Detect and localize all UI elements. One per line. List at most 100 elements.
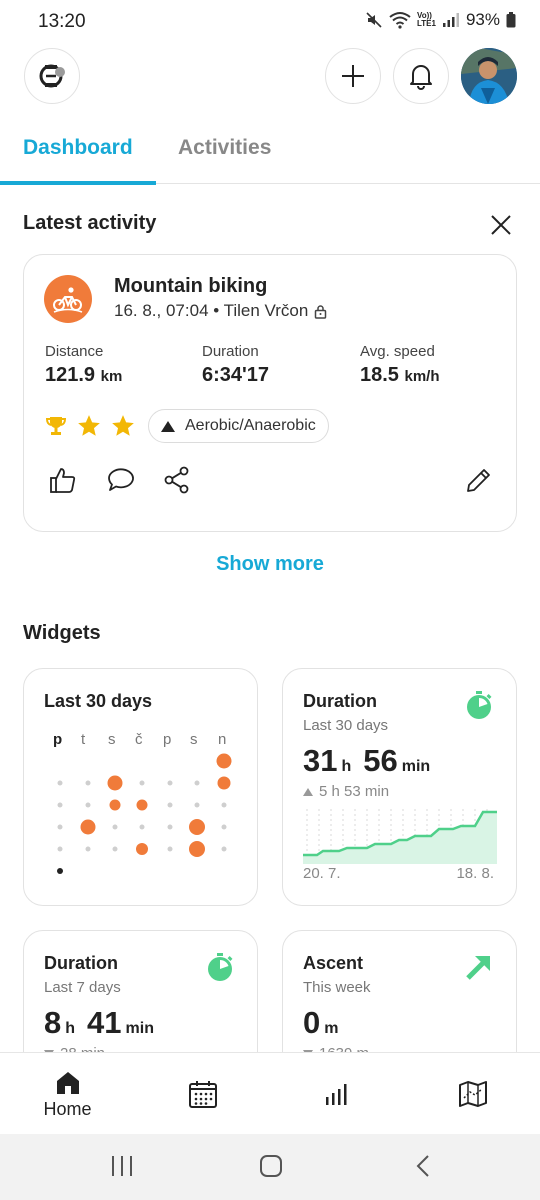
avatar-photo — [461, 48, 517, 104]
triangle-up-icon — [303, 787, 313, 796]
home-icon — [56, 1072, 79, 1094]
tab-bar: Dashboard Activities — [0, 120, 540, 185]
add-button[interactable] — [325, 48, 381, 104]
tab-activities[interactable]: Activities — [178, 136, 271, 160]
pencil-icon — [467, 469, 490, 492]
mute-icon — [366, 12, 382, 28]
bell-icon — [410, 65, 432, 90]
achievement-badges: Aerobic/Anaerobic — [44, 409, 329, 443]
watch-icon — [39, 64, 65, 88]
hours-value: 8 — [44, 1005, 62, 1040]
widget-subtitle: This week — [303, 979, 371, 996]
stat-value: 6:34'17 — [202, 364, 269, 387]
avatar[interactable] — [461, 48, 517, 104]
chart-x-end: 18. 8. — [456, 865, 494, 882]
thumbs-up-icon — [50, 468, 76, 493]
weekday-label: n — [218, 731, 227, 748]
watch-button[interactable] — [24, 48, 80, 104]
recent-apps-icon[interactable] — [110, 1154, 134, 1178]
back-icon[interactable] — [412, 1154, 436, 1178]
widget-duration-30[interactable]: Duration Last 30 days 31 h 56 min 5 h 53… — [282, 668, 517, 906]
plus-icon — [342, 65, 364, 87]
stat-value: 18.5 km/h — [360, 364, 440, 387]
share-icon — [164, 466, 189, 494]
stopwatch-icon — [467, 691, 492, 719]
stopwatch-icon — [208, 953, 233, 981]
status-icons: Vo)) LTE1 93% — [365, 10, 516, 30]
activity-title: Mountain biking — [114, 275, 268, 297]
share-button[interactable] — [162, 465, 192, 500]
close-icon — [491, 215, 511, 235]
stat-duration: Duration 6:34'17 — [202, 343, 269, 387]
widget-title: Duration — [44, 953, 118, 973]
minutes-value: 41 — [87, 1005, 122, 1040]
map-icon — [458, 1081, 487, 1107]
edit-button[interactable] — [464, 465, 494, 500]
star-icon — [112, 415, 134, 436]
stat-number: 6:34'17 — [202, 364, 270, 386]
nav-calendar[interactable] — [135, 1053, 270, 1135]
widget-title: Last 30 days — [44, 691, 153, 711]
widget-title: Ascent — [303, 953, 364, 973]
activity-subtitle: 16. 8., 07:04 • Tilen Vrčon — [114, 301, 309, 320]
like-button[interactable] — [48, 465, 78, 500]
minutes-unit: min — [125, 1020, 154, 1037]
wifi-icon — [389, 12, 411, 29]
stat-value: 121.9 km — [45, 364, 122, 387]
weekday-label: p — [53, 731, 63, 748]
comment-button[interactable] — [106, 465, 136, 500]
ascent-arrow-icon — [466, 956, 490, 980]
widgets-title: Widgets — [23, 622, 101, 644]
widget-value: 8 h 41 min — [44, 1005, 162, 1041]
stat-label: Distance — [45, 343, 104, 360]
network-label-bottom: LTE1 — [417, 19, 436, 28]
weekday-label: s — [190, 731, 198, 748]
status-bar: 13:20 Vo)) LTE1 93% — [0, 0, 540, 44]
nav-home[interactable]: Home — [0, 1053, 135, 1135]
stats-icon — [325, 1084, 346, 1105]
system-navigation-bar — [0, 1134, 540, 1200]
trophy-icon — [45, 417, 67, 435]
stat-unit: km — [100, 368, 123, 385]
widget-value: 0 m — [303, 1005, 346, 1041]
calendar-icon — [188, 1081, 217, 1108]
tab-dashboard[interactable]: Dashboard — [23, 136, 133, 160]
duration-trend-chart — [303, 809, 497, 864]
activity-subtitle-row: 16. 8., 07:04 • Tilen Vrčon — [114, 301, 327, 321]
delta-value: 5 h 53 min — [319, 783, 390, 800]
stat-label: Avg. speed — [360, 343, 435, 360]
notifications-button[interactable] — [393, 48, 449, 104]
hours-value: 31 — [303, 743, 338, 778]
comment-icon — [108, 468, 134, 491]
battery-percent: 93% — [465, 10, 500, 29]
bottom-navigation: Home — [0, 1052, 540, 1134]
home-system-icon[interactable] — [259, 1154, 283, 1178]
widget-last-30-days[interactable]: Last 30 days p t s č p s n — [23, 668, 258, 906]
ascent-unit: m — [324, 1020, 339, 1037]
battery-icon — [506, 12, 516, 28]
show-more-link[interactable]: Show more — [0, 553, 540, 576]
training-effect-badge: Aerobic/Anaerobic — [148, 409, 329, 443]
nav-map[interactable] — [405, 1053, 540, 1135]
status-time: 13:20 — [38, 11, 86, 32]
weekday-label: č — [135, 731, 143, 748]
weekday-label: s — [108, 731, 116, 748]
nav-home-label: Home — [43, 1099, 92, 1119]
widget-value: 31 h 56 min — [303, 743, 438, 779]
weekday-label: t — [81, 731, 86, 748]
stat-distance: Distance 121.9 km — [45, 343, 122, 387]
close-latest-button[interactable] — [486, 210, 516, 240]
widget-subtitle: Last 30 days — [303, 717, 389, 734]
star-icon — [78, 415, 100, 436]
hours-unit: h — [341, 758, 352, 775]
stat-unit: km/h — [404, 368, 440, 385]
mountain-bike-icon — [44, 275, 92, 323]
top-bar — [0, 48, 540, 106]
widget-subtitle: Last 7 days — [44, 979, 121, 996]
latest-activity-card[interactable]: Mountain biking 16. 8., 07:04 • Tilen Vr… — [23, 254, 517, 532]
stat-label: Duration — [202, 343, 259, 360]
nav-statistics[interactable] — [270, 1053, 405, 1135]
ascent-value: 0 — [303, 1005, 321, 1040]
lock-icon — [315, 304, 327, 319]
minutes-unit: min — [401, 758, 431, 775]
